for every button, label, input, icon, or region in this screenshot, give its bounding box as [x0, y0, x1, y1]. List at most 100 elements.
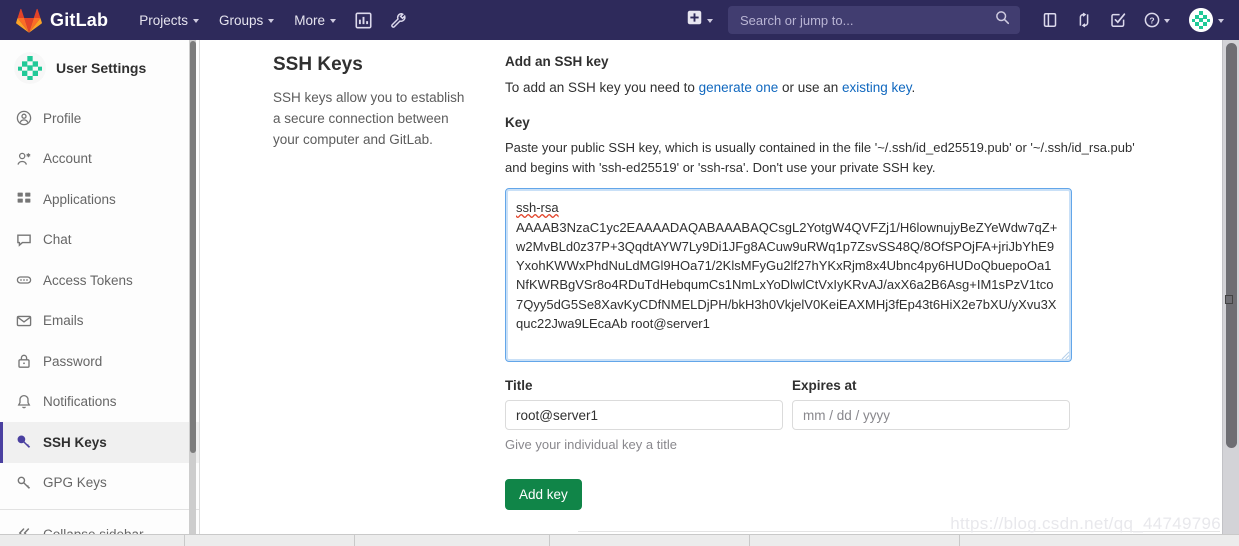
title-expires-row: Title Give your individual key a title E…: [505, 378, 1160, 452]
key-field-help: Paste your public SSH key, which is usua…: [505, 140, 1135, 175]
os-taskbar: [0, 534, 1239, 546]
sidebar-item-label: Chat: [43, 232, 72, 248]
sidebar-scrollbar[interactable]: [189, 40, 196, 546]
issues-button[interactable]: [1034, 6, 1066, 34]
taskbar-cell: [550, 535, 750, 546]
page-scrollbar-marker: [1225, 295, 1233, 304]
wrench-icon: [390, 12, 407, 29]
bell-icon: [16, 394, 32, 410]
sidebar-header: User Settings: [0, 40, 199, 96]
global-search[interactable]: [728, 6, 1020, 34]
taskbar-cell: [0, 535, 185, 546]
sidebar-item-gpg-keys[interactable]: GPG Keys: [0, 463, 199, 504]
section-intro: To add an SSH key you need to generate o…: [505, 78, 1160, 98]
expires-field-label: Expires at: [792, 378, 857, 394]
lock-icon: [16, 353, 32, 369]
top-navbar: GitLab Projects Groups More Search or ju…: [0, 0, 1239, 40]
ssh-key-prefix: ssh-rsa: [516, 200, 559, 216]
sidebar-item-label: Emails: [43, 313, 84, 329]
sidebar-item-profile[interactable]: Profile: [0, 98, 199, 139]
add-key-button[interactable]: Add key: [505, 479, 582, 511]
nav-more[interactable]: More: [285, 7, 345, 34]
sidebar-avatar: [14, 52, 46, 84]
nav-groups[interactable]: Groups: [210, 7, 283, 34]
profile-icon: [16, 110, 32, 126]
sidebar-item-account[interactable]: Account: [0, 139, 199, 180]
ssh-key-textarea[interactable]: ssh-rsa AAAAB3NzaC1yc2EAAAADAQABAAABAQCs…: [505, 188, 1072, 363]
search-icon: [995, 10, 1010, 30]
user-menu[interactable]: [1184, 4, 1229, 36]
gitlab-brand[interactable]: GitLab: [16, 8, 108, 33]
todos-button[interactable]: [1102, 6, 1134, 34]
sidebar-item-label: Access Tokens: [43, 272, 133, 288]
sidebar-item-label: GPG Keys: [43, 475, 107, 491]
chat-icon: [16, 232, 32, 248]
key-icon: [16, 434, 32, 450]
chevron-down-icon: [330, 19, 337, 23]
sidebar-item-label: SSH Keys: [43, 434, 107, 450]
page-scrollbar[interactable]: [1222, 40, 1239, 546]
gitlab-brand-text: GitLab: [50, 9, 109, 30]
chevron-down-icon: [707, 19, 713, 23]
page-scrollbar-thumb[interactable]: [1226, 43, 1237, 448]
intro-middle: or use an: [778, 80, 843, 95]
expires-at-input[interactable]: [792, 400, 1070, 431]
sidebar-scrollbar-thumb[interactable]: [190, 41, 196, 453]
gitlab-logo-icon: [16, 8, 42, 33]
page-title: SSH Keys: [273, 54, 363, 75]
sidebar-item-applications[interactable]: Applications: [0, 179, 199, 220]
key-field-label: Key: [505, 115, 530, 131]
sidebar-item-password[interactable]: Password: [0, 341, 199, 382]
applications-icon: [16, 191, 32, 207]
nav-projects-label: Projects: [139, 12, 188, 28]
key-textarea-wrapper: ssh-rsa AAAAB3NzaC1yc2EAAAADAQABAAABAQCs…: [505, 188, 1072, 363]
sidebar-item-label: Applications: [43, 191, 116, 207]
help-button[interactable]: ?: [1136, 6, 1178, 34]
sidebar-item-chat[interactable]: Chat: [0, 220, 199, 261]
navbar-right: ?: [680, 4, 1229, 36]
taskbar-cell: [960, 535, 1239, 546]
title-field-help: Give your individual key a title: [505, 437, 677, 453]
main-content: SSH Keys SSH keys allow you to establish…: [200, 40, 1221, 546]
help-icon: ?: [1144, 12, 1160, 28]
nav-projects[interactable]: Projects: [130, 7, 208, 34]
sidebar-item-ssh-keys[interactable]: SSH Keys: [0, 422, 199, 463]
search-input[interactable]: [738, 11, 995, 29]
nav-analytics-button[interactable]: [347, 6, 380, 35]
sidebar-title: User Settings: [56, 60, 147, 76]
email-icon: [16, 313, 32, 329]
generate-one-link[interactable]: generate one: [699, 80, 779, 95]
add-ssh-key-form: Add an SSH key To add an SSH key you nee…: [500, 54, 1200, 511]
title-field-label: Title: [505, 378, 533, 394]
sidebar-item-emails[interactable]: Emails: [0, 301, 199, 342]
sidebar-item-notifications[interactable]: Notifications: [0, 382, 199, 423]
merge-requests-button[interactable]: [1068, 6, 1100, 34]
sidebar-divider: [0, 509, 199, 510]
sidebar-item-access-tokens[interactable]: Access Tokens: [0, 260, 199, 301]
ssh-key-body: AAAAB3NzaC1yc2EAAAADAQABAAABAQCsgL2YotgW…: [516, 219, 1058, 332]
title-field-group: Title Give your individual key a title: [505, 378, 783, 452]
user-settings-sidebar: User Settings Profile Account Applicatio…: [0, 40, 200, 546]
sidebar-item-label: Password: [43, 353, 103, 369]
account-icon: [16, 151, 32, 167]
analytics-icon: [355, 11, 372, 29]
gitlab-ssh-keys-page: GitLab Projects Groups More Search or ju…: [0, 0, 1239, 546]
key-icon: [16, 475, 32, 491]
new-item-button[interactable]: [680, 5, 720, 35]
sidebar-item-label: Profile: [43, 110, 82, 126]
existing-key-link[interactable]: existing key: [842, 80, 912, 95]
form-bottom-divider: [578, 531, 1220, 532]
section-heading: Add an SSH key: [505, 54, 609, 69]
settings-description-column: SSH Keys SSH keys allow you to establish…: [200, 54, 500, 510]
taskbar-cell: [185, 535, 355, 546]
chevron-down-icon: [268, 19, 275, 23]
svg-text:?: ?: [1149, 15, 1154, 25]
intro-suffix: .: [911, 80, 916, 95]
issues-icon: [1042, 12, 1058, 28]
chevron-down-icon: [192, 19, 199, 23]
nav-admin-wrench-button[interactable]: [382, 6, 415, 35]
sidebar-item-label: Notifications: [43, 394, 117, 410]
sidebar-items: Profile Account Applications Chat Access…: [0, 96, 199, 546]
title-input[interactable]: [505, 400, 783, 431]
sidebar-item-label: Account: [43, 151, 92, 167]
